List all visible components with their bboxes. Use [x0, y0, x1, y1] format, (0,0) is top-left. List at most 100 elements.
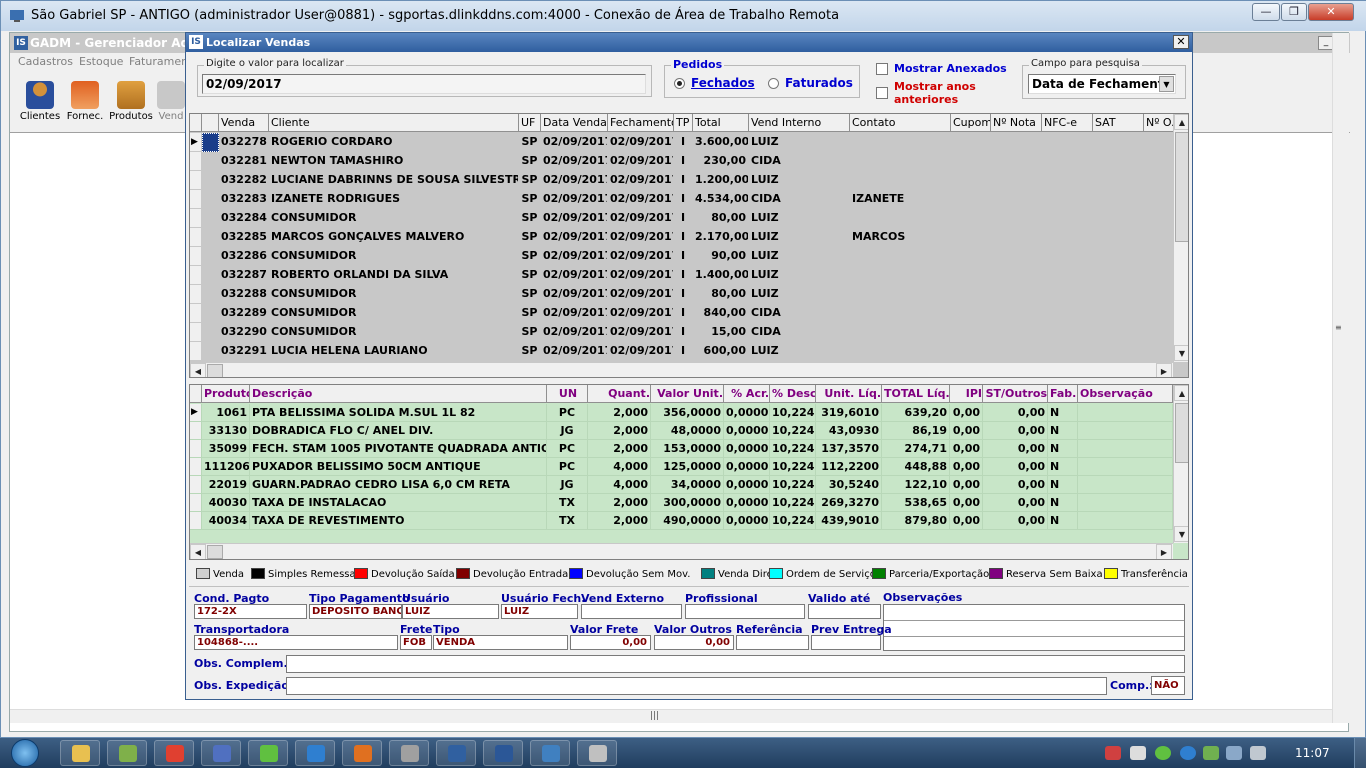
- row-selector[interactable]: [190, 266, 202, 285]
- minimize-button[interactable]: —: [1252, 3, 1280, 21]
- sales-cell[interactable]: 90,00: [693, 247, 749, 266]
- items-cell[interactable]: PC: [547, 440, 588, 458]
- items-cell[interactable]: 0,0000: [724, 422, 770, 440]
- sales-cell[interactable]: 02/09/2017: [608, 285, 674, 304]
- sales-cell[interactable]: SP: [519, 190, 541, 209]
- sales-cell[interactable]: [1042, 171, 1093, 190]
- sales-cell[interactable]: [991, 152, 1042, 171]
- items-col-header[interactable]: IPI: [950, 385, 983, 403]
- sales-cell[interactable]: [850, 133, 951, 152]
- sales-cell[interactable]: 032287: [219, 266, 269, 285]
- valor-frete-field[interactable]: 0,00: [570, 635, 651, 650]
- sales-cell[interactable]: CONSUMIDOR: [269, 209, 519, 228]
- sales-cell[interactable]: 02/09/2017: [608, 266, 674, 285]
- sales-cell[interactable]: SP: [519, 285, 541, 304]
- items-cell[interactable]: [1078, 512, 1173, 530]
- row-selector[interactable]: [190, 171, 202, 190]
- items-cell[interactable]: [1078, 422, 1173, 440]
- sales-cell[interactable]: [1093, 304, 1144, 323]
- items-cell[interactable]: 30,5240: [816, 476, 882, 494]
- sales-cell[interactable]: 02/09/2017: [608, 247, 674, 266]
- sales-cell[interactable]: 02/09/2017: [541, 342, 608, 361]
- items-cell[interactable]: 4,000: [588, 476, 651, 494]
- start-button[interactable]: [4, 738, 48, 768]
- items-cell[interactable]: N: [1048, 512, 1078, 530]
- tray-flag-icon[interactable]: [1105, 746, 1121, 760]
- radio-fechados[interactable]: [674, 78, 685, 89]
- items-cell[interactable]: 448,88: [882, 458, 950, 476]
- radio-faturados[interactable]: [768, 78, 779, 89]
- row-selector[interactable]: [190, 209, 202, 228]
- items-cell[interactable]: 0,00: [950, 512, 983, 530]
- sales-cell[interactable]: [951, 190, 991, 209]
- sales-cell[interactable]: I: [674, 266, 693, 285]
- items-cell[interactable]: 22019: [202, 476, 250, 494]
- sales-cell[interactable]: [1042, 304, 1093, 323]
- item-row-selector[interactable]: [190, 458, 202, 476]
- radio-fechados-label[interactable]: Fechados: [691, 76, 755, 90]
- desktop-hscroll[interactable]: |||: [10, 709, 1332, 723]
- sales-cell[interactable]: I: [674, 342, 693, 361]
- comp-field[interactable]: NÃO: [1151, 676, 1185, 695]
- items-cell[interactable]: 0,0000: [724, 404, 770, 422]
- close-button[interactable]: ✕: [1308, 3, 1354, 21]
- cond-pagto-field[interactable]: 172-2X: [194, 604, 307, 619]
- row-selector[interactable]: [190, 228, 202, 247]
- dialog-titlebar[interactable]: IS Localizar Vendas ✕: [186, 33, 1192, 52]
- sales-cell[interactable]: [1042, 209, 1093, 228]
- taskbar-app-button[interactable]: [530, 740, 570, 766]
- sales-col-header[interactable]: Venda: [219, 114, 269, 132]
- row-selector[interactable]: [190, 247, 202, 266]
- sales-cell[interactable]: [1093, 342, 1144, 361]
- scroll-right-icon[interactable]: ▶: [1156, 363, 1172, 377]
- sales-col-header[interactable]: NFC-e: [1042, 114, 1093, 132]
- items-col-header[interactable]: Produto: [202, 385, 250, 403]
- sales-col-header[interactable]: Cliente: [269, 114, 519, 132]
- items-col-header[interactable]: ST/Outros: [983, 385, 1048, 403]
- chevron-down-icon[interactable]: ▼: [1159, 76, 1174, 92]
- sales-cell[interactable]: 02/09/2017: [541, 133, 608, 152]
- sales-cell[interactable]: LUCIA HELENA LAURIANO: [269, 342, 519, 361]
- sales-cell[interactable]: 2.170,00: [693, 228, 749, 247]
- sales-cell[interactable]: [850, 266, 951, 285]
- items-cell[interactable]: 0,00: [983, 476, 1048, 494]
- sales-cell-flag[interactable]: [202, 133, 219, 152]
- radio-faturados-label[interactable]: Faturados: [785, 76, 853, 90]
- sales-cell[interactable]: [1093, 323, 1144, 342]
- items-cell[interactable]: JG: [547, 476, 588, 494]
- row-selector[interactable]: [190, 342, 202, 361]
- sales-cell[interactable]: 3.600,00: [693, 133, 749, 152]
- sales-cell[interactable]: SP: [519, 266, 541, 285]
- restore-button[interactable]: ❐: [1281, 3, 1307, 21]
- items-cell[interactable]: PUXADOR BELISSIMO 50CM ANTIQUE: [250, 458, 547, 476]
- taskbar-clock[interactable]: 11:07: [1295, 746, 1330, 760]
- sales-cell[interactable]: MARCOS GONÇALVES MALVERO: [269, 228, 519, 247]
- items-cell[interactable]: 0,00: [950, 422, 983, 440]
- sales-cell[interactable]: [1093, 228, 1144, 247]
- items-cell[interactable]: 0,00: [950, 458, 983, 476]
- items-cell[interactable]: N: [1048, 404, 1078, 422]
- items-cell[interactable]: 300,0000: [651, 494, 724, 512]
- sales-cell[interactable]: LUIZ: [749, 342, 850, 361]
- items-cell[interactable]: 35099: [202, 440, 250, 458]
- obs-complem-field[interactable]: [286, 655, 1185, 673]
- sales-cell[interactable]: CONSUMIDOR: [269, 304, 519, 323]
- sales-cell[interactable]: SP: [519, 209, 541, 228]
- sales-cell-flag[interactable]: [202, 323, 219, 342]
- tray-download-icon[interactable]: [1203, 746, 1219, 760]
- sales-cell[interactable]: LUIZ: [749, 247, 850, 266]
- sales-col-header[interactable]: Vend Interno: [749, 114, 850, 132]
- mostrar-anexados-label[interactable]: Mostrar Anexados: [894, 62, 1007, 75]
- row-selector[interactable]: [190, 152, 202, 171]
- profissional-field[interactable]: [685, 604, 805, 619]
- items-cell[interactable]: [1078, 440, 1173, 458]
- sales-header-blank[interactable]: [190, 114, 202, 132]
- sales-cell[interactable]: 02/09/2017: [541, 285, 608, 304]
- sales-cell[interactable]: 02/09/2017: [541, 190, 608, 209]
- mostrar-anos-checkbox[interactable]: [876, 87, 888, 99]
- sales-cell[interactable]: [991, 171, 1042, 190]
- referencia-field[interactable]: [736, 635, 809, 650]
- sales-cell[interactable]: [951, 152, 991, 171]
- sales-col-header[interactable]: Data Venda: [541, 114, 608, 132]
- sales-vscroll[interactable]: ▲ ▼: [1173, 114, 1188, 362]
